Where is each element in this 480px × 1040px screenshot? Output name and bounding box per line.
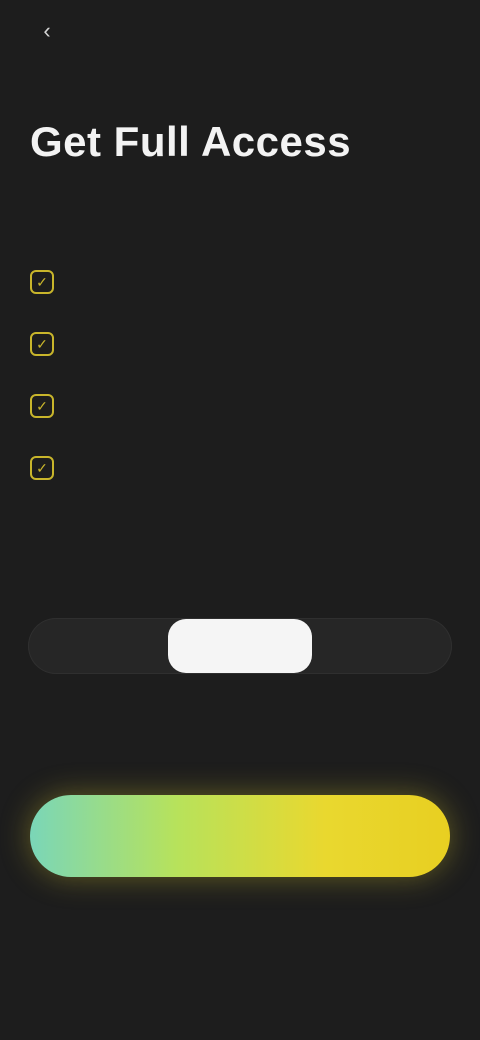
continue-button[interactable] <box>30 795 450 877</box>
check-icon: ✓ <box>30 270 54 294</box>
check-icon: ✓ <box>30 456 54 480</box>
plan-option-selected[interactable] <box>168 619 312 673</box>
plan-option-left[interactable] <box>46 618 186 674</box>
check-icon: ✓ <box>30 394 54 418</box>
chevron-left-icon: ‹ <box>43 18 51 43</box>
feature-item: ✓ <box>30 386 450 418</box>
page-title: Get Full Access <box>30 118 352 165</box>
top-bar: ‹ <box>0 0 480 60</box>
feature-item: ✓ <box>30 448 450 480</box>
back-button[interactable]: ‹ <box>30 14 64 48</box>
plan-option-right[interactable] <box>294 618 434 674</box>
plan-selector <box>28 618 452 674</box>
feature-item: ✓ <box>30 262 450 294</box>
check-icon: ✓ <box>30 332 54 356</box>
feature-list: ✓ ✓ ✓ ✓ <box>30 262 450 510</box>
feature-item: ✓ <box>30 324 450 356</box>
